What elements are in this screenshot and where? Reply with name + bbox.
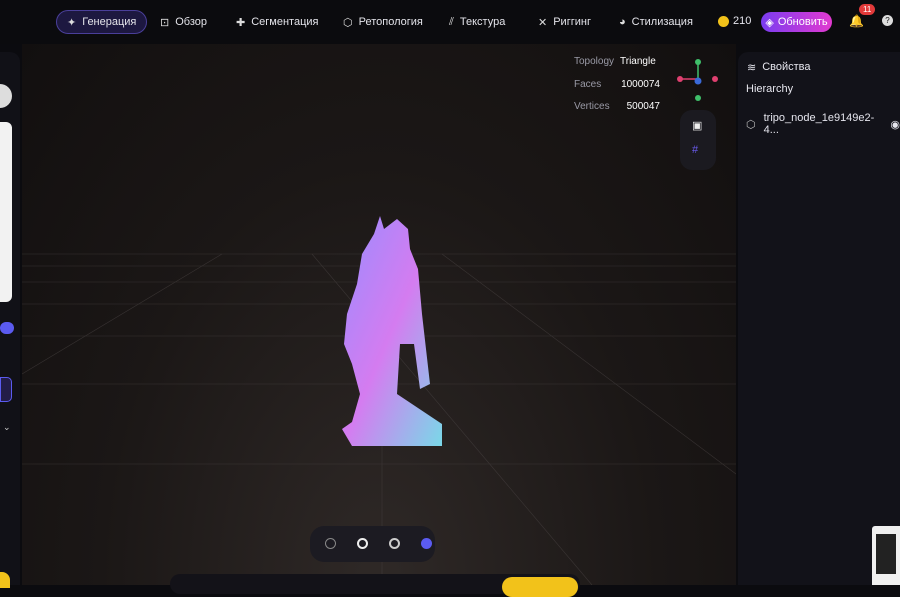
toggle-switch[interactable] [0, 322, 14, 334]
credits-value: 210 [733, 15, 752, 27]
left-panel: ⌄ [0, 52, 20, 588]
diamond-icon: ◈ [765, 16, 774, 29]
palette-icon: ◕ [619, 16, 626, 28]
figure-icon: ✕ [538, 16, 548, 29]
tab-label: Сегментация [251, 16, 319, 28]
stat-value: 500047 [626, 101, 660, 112]
stat-label: Faces [574, 78, 602, 90]
top-bar: ✦ Генерация ⊡ Обзор ✚ Сегментация ⬡ Ретополо… [0, 0, 900, 44]
tab-retopology[interactable]: ⬡ Ретопология [343, 10, 423, 34]
mesh-icon: ⬡ [343, 16, 353, 29]
viewport-tools: ▣ # [680, 110, 716, 170]
tab-generation[interactable]: ✦ Генерация [56, 10, 148, 34]
submit-button[interactable] [502, 577, 578, 597]
stat-value: 1000074 [621, 78, 660, 90]
thumbnail-preview[interactable] [872, 526, 900, 585]
coin-icon [718, 15, 729, 27]
cube-icon: ⬡ [746, 118, 756, 131]
sparkle-icon: ✦ [67, 16, 77, 29]
eye-icon[interactable]: ◉ [890, 118, 900, 131]
tab-label: Обзор [175, 16, 207, 28]
collapsed-button[interactable] [0, 84, 12, 108]
grid-icon[interactable]: # [692, 144, 698, 156]
axis-gizmo[interactable] [672, 56, 722, 102]
tab-texture[interactable]: ⫽ Текстура [449, 10, 505, 34]
tab-stylization[interactable]: ◕ Стилизация [619, 10, 693, 34]
panel-header: ≋ Свойства [747, 61, 811, 74]
horse-model [342, 216, 442, 446]
tab-label: Ретопология [358, 16, 423, 28]
clay-mode-icon[interactable] [357, 538, 368, 549]
view-mode-bar [310, 526, 435, 562]
stat-label: Topology [574, 56, 615, 67]
upgrade-button[interactable]: ◈ Обновить [761, 12, 832, 32]
layers-icon: ≋ [747, 62, 757, 74]
chevron-down-icon[interactable]: ⌄ [3, 422, 11, 433]
hierarchy-node[interactable]: ⬡ tripo_node_1e9149e2-4... ◉ [746, 112, 900, 136]
tab-label: Текстура [459, 16, 506, 28]
bell-icon[interactable]: 🔔 [849, 14, 864, 28]
credits: 210 [718, 15, 751, 27]
texture-icon: ⫽ [449, 15, 454, 28]
tab-rigging[interactable]: ✕ Риггинг [538, 10, 591, 34]
floor-grid [21, 216, 737, 586]
image-preview[interactable] [0, 122, 12, 302]
camera-icon[interactable]: ▣ [692, 119, 702, 132]
mesh-stats: Topology Triangle Faces 1000074 Vertices 50… [574, 51, 660, 119]
tab-label: Стилизация [631, 16, 693, 28]
stat-label: Vertices [574, 101, 610, 112]
tab-overview[interactable]: ⊡ Обзор [160, 10, 207, 34]
upgrade-label: Обновить [777, 16, 828, 28]
stat-value: Triangle [620, 56, 656, 67]
tab-label: Риггинг [553, 16, 591, 28]
generate-button[interactable] [0, 572, 10, 588]
hierarchy-heading: Hierarchy [746, 83, 794, 95]
tab-label: Генерация [82, 16, 137, 28]
node-name: tripo_node_1e9149e2-4... [763, 112, 875, 136]
scan-icon: ⊡ [160, 16, 170, 29]
prompt-bar[interactable] [170, 574, 580, 597]
normal-mode-icon[interactable] [421, 538, 432, 549]
help-icon[interactable]: ? [882, 15, 893, 26]
panel-title: Свойства [762, 61, 811, 73]
properties-panel: ≋ Свойства Hierarchy ⬡ tripo_node_1e9149e2… [738, 52, 900, 585]
wireframe-mode-icon[interactable] [325, 538, 336, 549]
notification-badge: 11 [859, 4, 876, 15]
tab-segmentation[interactable]: ✚ Сегментация [236, 10, 318, 34]
option-button[interactable] [0, 377, 12, 402]
3d-viewport[interactable] [21, 44, 737, 586]
puzzle-icon: ✚ [236, 16, 246, 29]
textured-mode-icon[interactable] [389, 538, 400, 549]
